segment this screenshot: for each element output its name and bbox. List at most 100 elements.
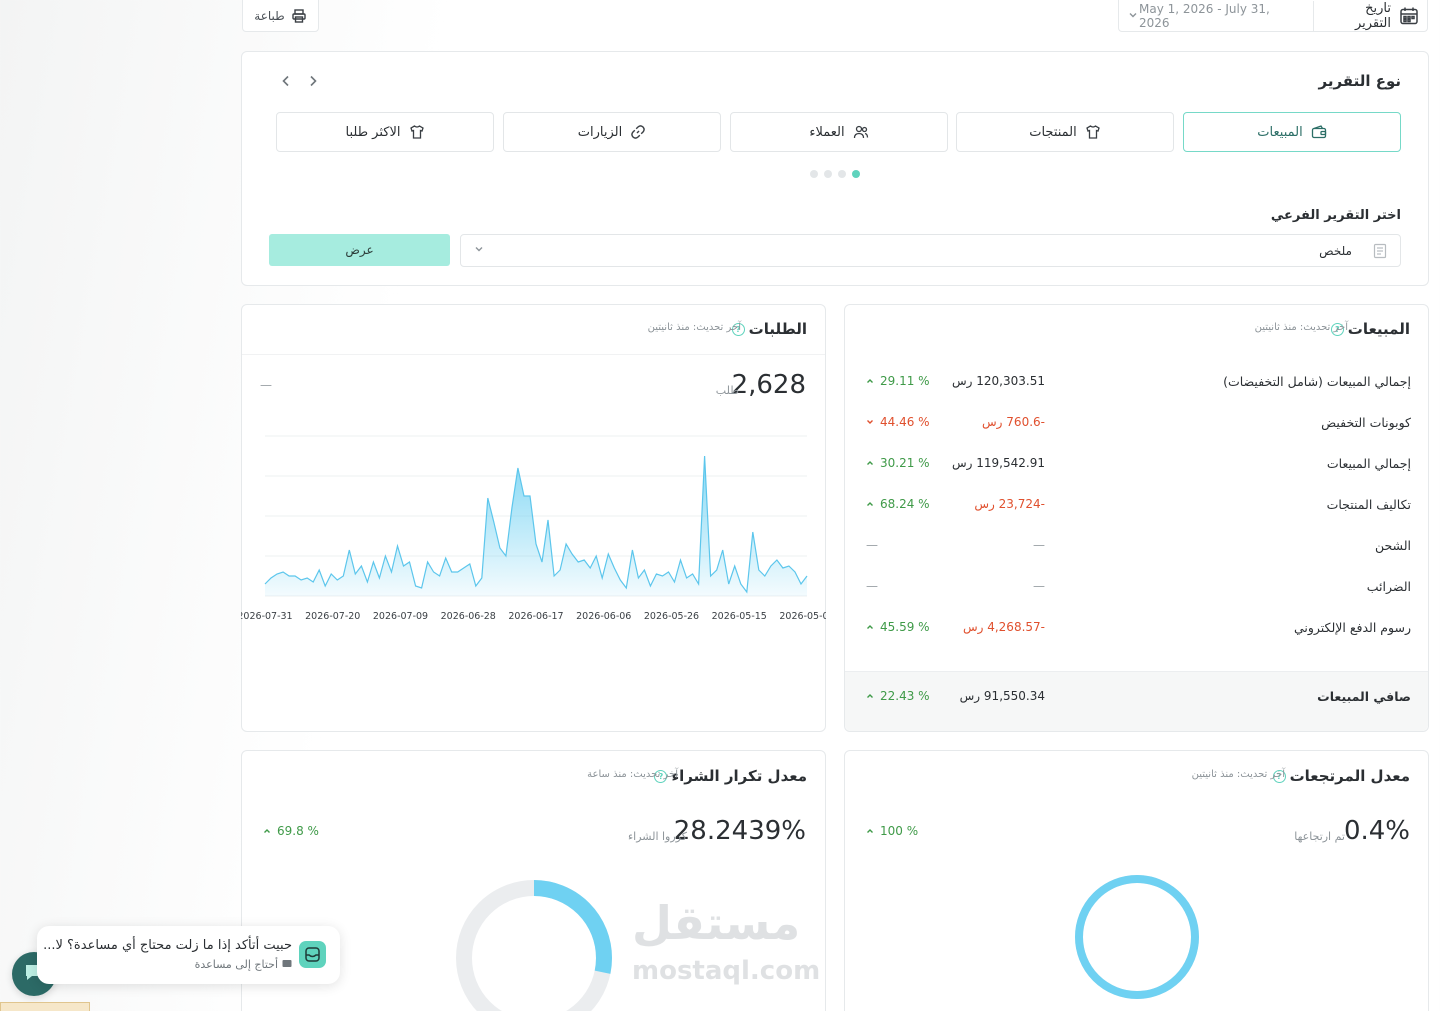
watermark-brand: مستقل [632,896,801,950]
chart-area-fill [265,456,807,596]
carousel-dot-1[interactable] [852,170,860,178]
report-type-title: نوع التقرير [1318,72,1402,90]
chevron-down-icon[interactable] [1127,9,1139,24]
sales-row-label: رسوم الدفع الإلكتروني [1293,620,1411,635]
sales-row-label: الضرائب [1366,579,1411,594]
chart-x-tick: 2026-05-04 [779,611,826,622]
net-sales-value: 91,550.34 رس [959,689,1045,703]
sales-row-value: — [1033,538,1045,552]
repeat-donut-chart [456,880,612,1011]
sales-row-change: 68.24 % [866,497,930,511]
chart-x-tick: 2026-07-20 [305,611,360,622]
sub-report-select[interactable]: ملخص [460,234,1401,267]
chart-x-tick: 2026-06-06 [576,611,631,622]
returns-donut-arc [1075,875,1199,999]
chat-message-text: حبيت أتأكد إذا ما زلت محتاج أي مساعدة؟ ل… [43,938,292,953]
sales-row-change: 30.21 % [866,456,930,470]
sales-row-pct: 30.21 % [880,456,930,470]
sales-row-value: 119,542.91 رس [952,456,1045,470]
trend-up-icon [866,620,874,634]
sub-report-label: اختر التقرير الفرعي [1270,208,1401,223]
tab-label: العملاء [809,124,845,140]
sales-row-pct: — [866,538,878,552]
print-label: طباعة [254,9,285,23]
returns-value: 0.4% [1343,816,1410,846]
calendar-icon [1399,6,1419,26]
tab-most-ordered[interactable]: الاكثر طلبا [276,112,494,152]
chat-reply-text: أحتاج إلى مساعدة [194,958,278,971]
returns-change: 100 % [866,824,918,838]
sales-row-label: إجمالي المبيعات [1326,456,1411,471]
sales-row-value: -760.6 رس [982,415,1045,429]
sales-row-value: -23,724 رس [974,497,1045,511]
sales-row-pct: 29.11 % [880,374,930,388]
link-icon [630,124,646,140]
date-range: May 1, 2026 - July 31, 2026 [1139,2,1270,30]
users-icon [853,124,869,140]
orders-dash: — [260,378,272,392]
chart-x-tick: 2026-07-09 [373,611,428,622]
sales-row-pct: — [866,579,878,593]
sales-row-change: 29.11 % [866,374,930,388]
chevron-right-icon[interactable] [306,73,320,92]
tab-visits[interactable]: الزيارات [503,112,721,152]
returns-card-title: معدل المرتجعات ? [1272,767,1410,785]
sales-row-change: 45.59 % [866,620,930,634]
chart-x-tick: 2026-05-26 [644,611,699,622]
sales-row-change: 44.46 % [866,415,930,429]
print-button[interactable]: طباعة [242,0,319,32]
trend-up-icon [263,824,271,838]
orders-updated: آخر تحديث: منذ ثانيتين [647,322,741,333]
sales-row-pct: 68.24 % [880,497,930,511]
date-label: تاريخ التقرير [1312,1,1391,31]
sales-row-change: — [866,579,878,593]
printer-icon [291,8,307,24]
browser-status-bar [0,1002,90,1011]
trend-up-icon [866,497,874,511]
returns-updated: آخر تحديث: منذ ثانيتين [1191,769,1285,780]
sales-updated: آخر تحديث: منذ ثانيتين [1254,322,1348,333]
net-sales-pct: 22.43 % [880,689,930,703]
repeat-unit: كرروا الشراء [627,830,687,843]
orders-total: 2,628 [731,370,806,400]
returns-pct: 100 % [880,824,919,838]
document-icon [1372,243,1388,259]
tab-label: الزيارات [577,124,623,140]
report-date-picker[interactable]: تاريخ التقرير May 1, 2026 - July 31, 202… [1118,0,1428,32]
orders-unit: طلب [715,384,739,397]
orders-title-text: الطلبات [748,320,807,338]
chart-x-tick: 2026-06-17 [508,611,563,622]
carousel-dot-2[interactable] [838,170,846,178]
trend-up-icon [866,689,874,703]
carousel-dot-3[interactable] [824,170,832,178]
chevron-left-icon[interactable] [279,73,293,92]
chart-x-tick: 2026-05-15 [712,611,767,622]
tab-customers[interactable]: العملاء [730,112,948,152]
chat-message-bubble[interactable]: حبيت أتأكد إذا ما زلت محتاج أي مساعدة؟ ل… [37,926,340,984]
show-button[interactable]: عرض [269,234,450,266]
tab-sales[interactable]: المبيعات [1183,112,1401,152]
trend-up-icon [866,824,874,838]
repeat-pct: 69.8 % [277,824,319,838]
returns-title-text: معدل المرتجعات [1289,767,1410,785]
sales-row-change: — [866,538,878,552]
sales-row-label: تكاليف المنتجات [1326,497,1411,512]
trend-down-icon [866,415,874,429]
sales-row-value: -4,268.57 رس [962,620,1045,634]
tab-products[interactable]: المنتجات [956,112,1174,152]
repeat-value: 28.2439% [673,816,806,846]
sub-report-value: ملخص [1319,243,1352,258]
sales-card [844,304,1429,732]
shirt-icon [409,124,425,140]
chevron-down-icon [473,243,485,258]
chart-x-tick: 2026-07-31 [241,611,293,622]
repeat-title-text: معدل تكرار الشراء [671,767,807,785]
sales-row-label: كوبونات التخفيض [1321,415,1411,430]
tab-label: المنتجات [1029,124,1077,140]
tab-label: الاكثر طلبا [345,124,401,140]
carousel-dot-4[interactable] [810,170,818,178]
trend-up-icon [866,374,874,388]
sales-row-label: الشحن [1374,538,1411,553]
trend-up-icon [866,456,874,470]
watermark-url: mostaql.com [632,956,821,986]
